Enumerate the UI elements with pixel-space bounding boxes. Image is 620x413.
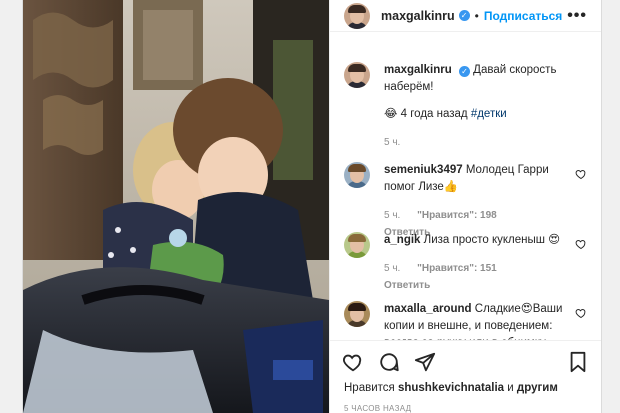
comment-avatar[interactable] xyxy=(344,162,370,188)
comment-item: semeniuk3497 Молодец Гарри помог Лизе👍 5… xyxy=(344,162,587,241)
comment-username[interactable]: a_ngik xyxy=(384,234,420,246)
caption-username[interactable]: maxgalkinru xyxy=(384,64,452,76)
comment-reply-button[interactable]: Ответить xyxy=(384,280,430,291)
caption-avatar[interactable] xyxy=(344,62,370,88)
author-avatar[interactable] xyxy=(344,2,370,29)
post-actions-bar xyxy=(330,340,601,382)
comment-time: 5 ч. xyxy=(384,210,401,221)
caption-emoji: 😂 xyxy=(384,108,398,120)
caption-time: 5 ч. xyxy=(384,137,401,148)
caption-verified-badge-icon: ✓ xyxy=(458,66,470,77)
comment-icon[interactable] xyxy=(378,351,400,373)
comment-like-heart-icon[interactable] xyxy=(575,168,587,180)
comment-avatar[interactable] xyxy=(344,301,370,327)
more-options-icon[interactable]: ••• xyxy=(567,7,587,25)
post-video[interactable] xyxy=(23,0,329,413)
comment-avatar[interactable] xyxy=(344,232,370,258)
comment-item: maxalla_around Сладкие😍Ваши копии и внеш… xyxy=(344,301,587,340)
verified-badge-icon: ✓ xyxy=(458,10,470,21)
heart-icon[interactable] xyxy=(342,351,364,373)
caption: maxgalkinru ✓ Давай скорость наберём! 😂 … xyxy=(344,62,587,151)
share-icon[interactable] xyxy=(414,351,436,373)
likes-summary: Нравится shushkevichnatalia и другим xyxy=(330,382,601,398)
post-sidebar: maxgalkinru ✓ • Подписаться ••• maxgalki… xyxy=(329,0,601,413)
header-separator: • xyxy=(474,8,479,23)
comment-item: a_ngik Лиза просто кукленыш 😍 5 ч. "Нрав… xyxy=(344,232,587,294)
comment-likes-count[interactable]: "Нравится": 198 xyxy=(417,210,497,221)
comment-text: Лиза просто кукленыш 😍 xyxy=(423,234,561,246)
follow-button[interactable]: Подписаться xyxy=(484,9,562,23)
likes-others-link[interactable]: другим xyxy=(517,382,558,394)
author-username[interactable]: maxgalkinru xyxy=(381,9,455,23)
likes-prefix: Нравится xyxy=(344,382,395,394)
bookmark-icon[interactable] xyxy=(567,351,589,373)
comment-likes-count[interactable]: "Нравится": 151 xyxy=(417,263,497,274)
comment-like-heart-icon[interactable] xyxy=(575,238,587,250)
likes-and: и xyxy=(507,382,514,394)
instagram-post: maxgalkinru ✓ • Подписаться ••• maxgalki… xyxy=(22,0,602,413)
video-frame-image xyxy=(23,0,329,413)
comment-like-heart-icon[interactable] xyxy=(575,307,587,319)
caption-date-text: 4 года назад xyxy=(400,108,468,120)
comment-username[interactable]: semeniuk3497 xyxy=(384,164,463,176)
comment-time: 5 ч. xyxy=(384,263,401,274)
comments-list[interactable]: maxgalkinru ✓ Давай скорость наберём! 😂 … xyxy=(330,32,601,340)
post-header: maxgalkinru ✓ • Подписаться ••• xyxy=(330,0,601,32)
likes-user-link[interactable]: shushkevichnatalia xyxy=(398,382,504,394)
post-timestamp[interactable]: 5 ЧАСОВ НАЗАД xyxy=(330,398,601,413)
caption-hashtag[interactable]: #детки xyxy=(471,108,507,120)
comment-username[interactable]: maxalla_around xyxy=(384,303,472,315)
